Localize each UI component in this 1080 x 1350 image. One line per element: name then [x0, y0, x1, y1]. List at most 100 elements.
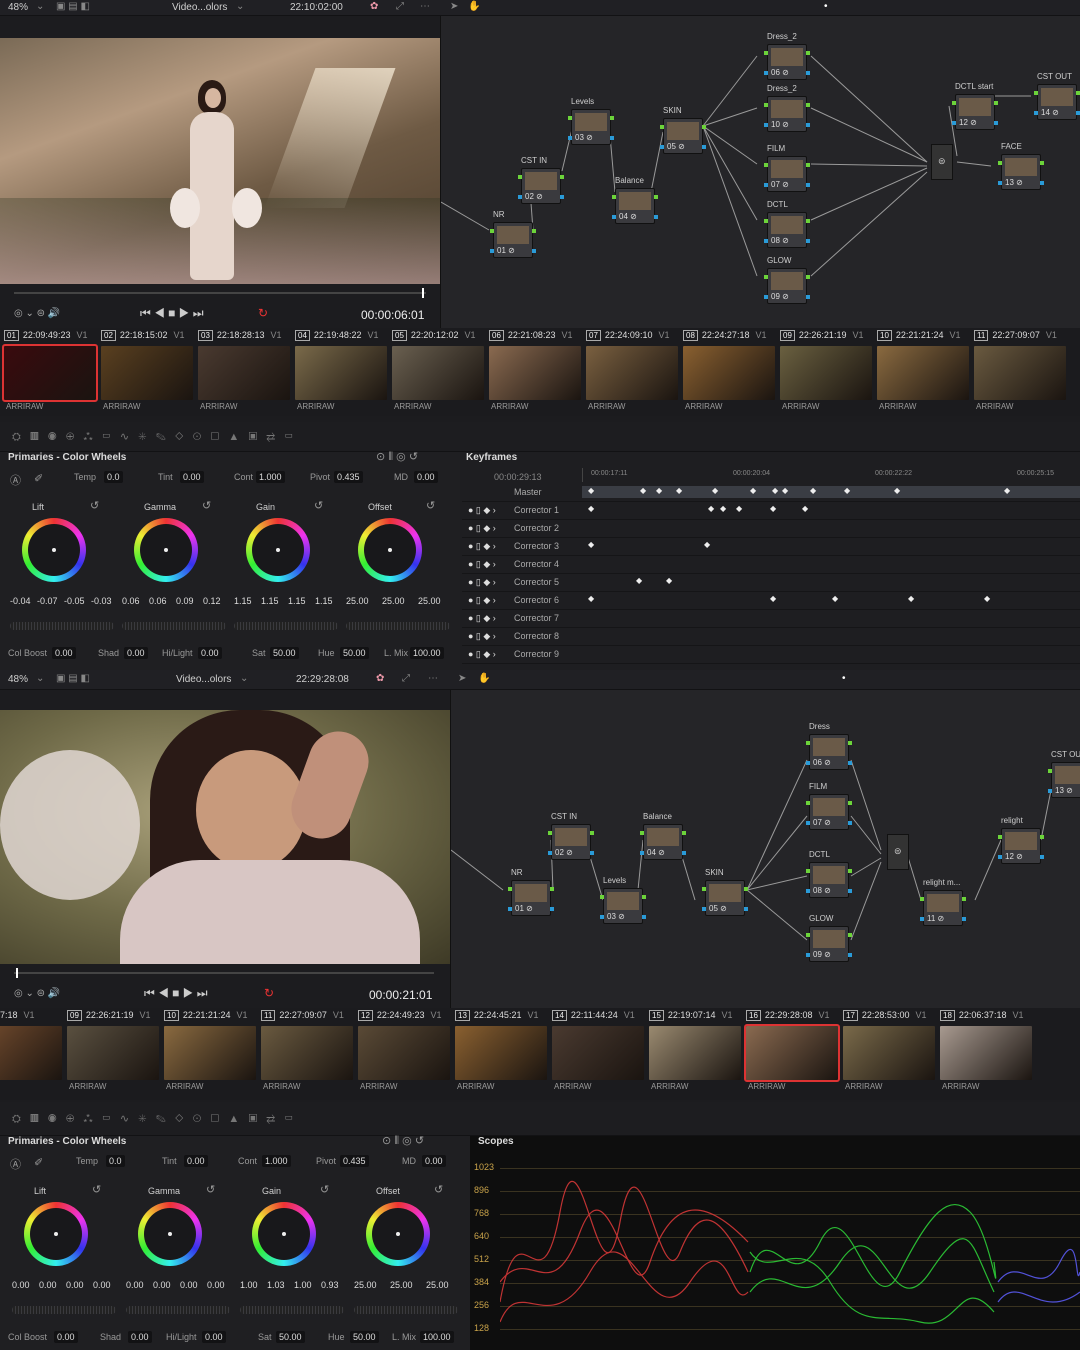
wheel-value[interactable]: 1.15 — [261, 596, 279, 606]
node-input[interactable] — [806, 801, 810, 805]
key-output[interactable] — [610, 136, 614, 140]
wheel-value[interactable]: 0.09 — [176, 596, 194, 606]
node-input[interactable] — [548, 831, 552, 835]
wheel-value[interactable]: -0.07 — [37, 596, 58, 606]
keyframe-row[interactable]: ● ▯ ◆ › Corrector 4 — [462, 556, 1080, 574]
node-03[interactable]: 03 ⊘ — [568, 109, 614, 145]
wheel-value[interactable]: 25.00 — [354, 1280, 377, 1290]
key-output[interactable] — [848, 761, 852, 765]
node-output[interactable] — [848, 801, 852, 805]
key-input[interactable] — [806, 821, 810, 825]
keyframe-diamond[interactable]: ◆ — [588, 594, 594, 603]
keyframe-diamond[interactable]: ◆ — [984, 594, 990, 603]
node-output[interactable] — [1040, 835, 1044, 839]
hilight-field[interactable]: 0.00 — [198, 647, 222, 659]
node-output[interactable] — [806, 103, 810, 107]
wheel-value[interactable]: 25.00 — [426, 1280, 449, 1290]
wheel-value[interactable]: 25.00 — [346, 596, 369, 606]
keyframe-diamond[interactable]: ◆ — [810, 486, 816, 495]
temp-field[interactable]: 0.0 — [106, 1155, 125, 1167]
row-toggle-icons[interactable]: ● ▯ ◆ › — [468, 613, 496, 624]
wheel-value[interactable]: 25.00 — [382, 596, 405, 606]
keyframe-diamond[interactable]: ◆ — [712, 486, 718, 495]
node-input[interactable] — [764, 103, 768, 107]
node-11[interactable]: 11 ⊘ — [920, 890, 966, 926]
node-05[interactable]: 05 ⊘ — [660, 118, 706, 154]
key-output[interactable] — [806, 123, 810, 127]
auto-icon[interactable]: Ⓐ — [10, 472, 21, 488]
fullscreen-icon[interactable]: ⤢ — [396, 1, 404, 12]
hand-icon[interactable]: ✋ — [468, 1, 480, 12]
master-wheel-slider[interactable] — [234, 622, 338, 630]
keyframe-diamond[interactable]: ◆ — [708, 504, 714, 513]
node-input[interactable] — [518, 175, 522, 179]
key-input[interactable] — [600, 915, 604, 919]
wheel-handle[interactable] — [396, 1232, 400, 1236]
keyframe-diamond[interactable]: ◆ — [770, 594, 776, 603]
key-output[interactable] — [1040, 181, 1044, 185]
fullscreen-icon[interactable]: ⤢ — [402, 673, 410, 684]
key-output[interactable] — [550, 907, 554, 911]
node-output[interactable] — [806, 219, 810, 223]
key-input[interactable] — [806, 953, 810, 957]
node-input[interactable] — [490, 229, 494, 233]
key-input[interactable] — [764, 295, 768, 299]
node-output[interactable] — [806, 163, 810, 167]
keyframe-diamond[interactable]: ◆ — [844, 486, 850, 495]
key-output[interactable] — [744, 907, 748, 911]
keyframe-row[interactable]: ● ▯ ◆ › Corrector 1 ◆ ◆ ◆ ◆ ◆ ◆ — [462, 502, 1080, 520]
hue-field[interactable]: 50.00 — [350, 1331, 379, 1343]
node-output[interactable] — [560, 175, 564, 179]
keyframe-diamond[interactable]: ◆ — [736, 504, 742, 513]
node-03[interactable]: 03 ⊘ — [600, 888, 646, 924]
row-toggle-icons[interactable]: ● ▯ ◆ › — [468, 577, 496, 588]
shad-field[interactable]: 0.00 — [128, 1331, 152, 1343]
palette-icons[interactable]: ⛭ ▦ ◉ ⊕ ⁂ ▭ ∿ ✳ ✎ ◇ ⊙ ▢ ▲ ▣ ⇄ ▭ — [12, 1112, 293, 1126]
row-toggle-icons[interactable]: ● ▯ ◆ › — [468, 541, 496, 552]
key-output[interactable] — [1076, 111, 1080, 115]
key-input[interactable] — [612, 215, 616, 219]
node-output[interactable] — [744, 887, 748, 891]
wheel-handle[interactable] — [276, 548, 280, 552]
master-wheel-slider[interactable] — [240, 1306, 344, 1314]
node-12[interactable]: 12 ⊘ — [952, 94, 998, 130]
key-input[interactable] — [764, 239, 768, 243]
key-input[interactable] — [518, 195, 522, 199]
reset-icon[interactable]: ↺ — [320, 1183, 329, 1196]
wheel-value[interactable]: -0.04 — [10, 596, 31, 606]
node-input[interactable] — [612, 195, 616, 199]
palette-icons[interactable]: ⛭ ▦ ◉ ⊕ ⁂ ▭ ∿ ✳ ✎ ◇ ⊙ ▢ ▲ ▣ ⇄ ▭ — [12, 430, 293, 444]
colboost-field[interactable]: 0.00 — [54, 1331, 78, 1343]
master-wheel-slider[interactable] — [126, 1306, 230, 1314]
master-wheel-slider[interactable] — [354, 1306, 458, 1314]
layer-mixer-node[interactable]: ⊜ — [887, 834, 909, 870]
key-input[interactable] — [702, 907, 706, 911]
key-input[interactable] — [508, 907, 512, 911]
zoom-level[interactable]: 48% — [8, 674, 28, 685]
wheel-value[interactable]: 25.00 — [418, 596, 441, 606]
node-input[interactable] — [640, 831, 644, 835]
node-04[interactable]: 04 ⊘ — [640, 824, 686, 860]
transport-controls[interactable]: ⏮ ◀ ■ ▶ ⏭ — [140, 306, 204, 321]
md-field[interactable]: 0.00 — [422, 1155, 446, 1167]
key-output[interactable] — [642, 915, 646, 919]
row-toggle-icons[interactable]: ● ▯ ◆ › — [468, 631, 496, 642]
wheel-value[interactable]: 25.00 — [390, 1280, 413, 1290]
key-input[interactable] — [764, 71, 768, 75]
key-output[interactable] — [532, 249, 536, 253]
key-input[interactable] — [764, 183, 768, 187]
hand-icon[interactable]: ✋ — [478, 673, 490, 684]
node-input[interactable] — [764, 51, 768, 55]
hilight-field[interactable]: 0.00 — [202, 1331, 226, 1343]
node-input[interactable] — [998, 161, 1002, 165]
master-wheel-slider[interactable] — [346, 622, 450, 630]
auto-icon[interactable]: Ⓐ — [10, 1156, 21, 1172]
wheel-value[interactable]: 0.00 — [126, 1280, 144, 1290]
keyframe-diamond[interactable]: ◆ — [770, 504, 776, 513]
key-output[interactable] — [590, 851, 594, 855]
key-input[interactable] — [998, 855, 1002, 859]
wheel-handle[interactable] — [52, 548, 56, 552]
wheel-value[interactable]: 0.06 — [149, 596, 167, 606]
chevron-down-icon[interactable]: ⌄ — [36, 673, 44, 684]
keyframe-diamond[interactable]: ◆ — [666, 576, 672, 585]
